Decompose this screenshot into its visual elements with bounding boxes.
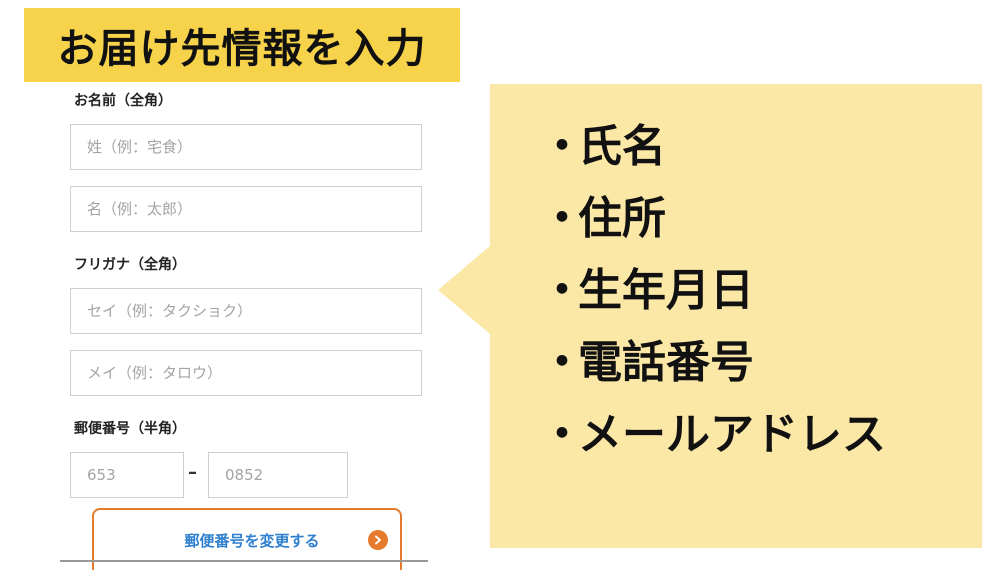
first-kana-input[interactable] [85,363,421,383]
last-name-field[interactable] [70,124,422,170]
last-kana-field[interactable] [70,288,422,334]
list-item: ・メールアドレス [540,409,886,460]
change-postal-button-label: 郵便番号を変更する [184,531,320,550]
required-info-list: ・氏名 ・住所 ・生年月日 ・電話番号 ・メールアドレス [540,117,886,477]
postal-first-field[interactable] [70,452,184,498]
postal-first-input[interactable] [85,465,183,485]
list-item: ・氏名 [540,121,666,172]
last-name-input[interactable] [85,137,421,157]
name-section-label: お名前（全角） [74,93,172,109]
first-name-input[interactable] [85,199,421,219]
page-title: お届け先情報を入力 [57,26,427,72]
list-item: ・生年月日 [540,265,754,316]
postal-second-field[interactable] [208,452,348,498]
first-name-field[interactable] [70,186,422,232]
postal-section-label: 郵便番号（半角） [74,421,186,437]
postal-dash: – [188,462,197,483]
postal-second-input[interactable] [223,465,347,485]
bottom-divider [60,560,428,562]
list-item: ・電話番号 [540,337,754,388]
kana-section-label: フリガナ（全角） [74,257,186,273]
list-item: ・住所 [540,193,666,244]
first-kana-field[interactable] [70,350,422,396]
title-banner: お届け先情報を入力 [24,8,460,82]
last-kana-input[interactable] [85,301,421,321]
chevron-right-icon [368,530,388,550]
